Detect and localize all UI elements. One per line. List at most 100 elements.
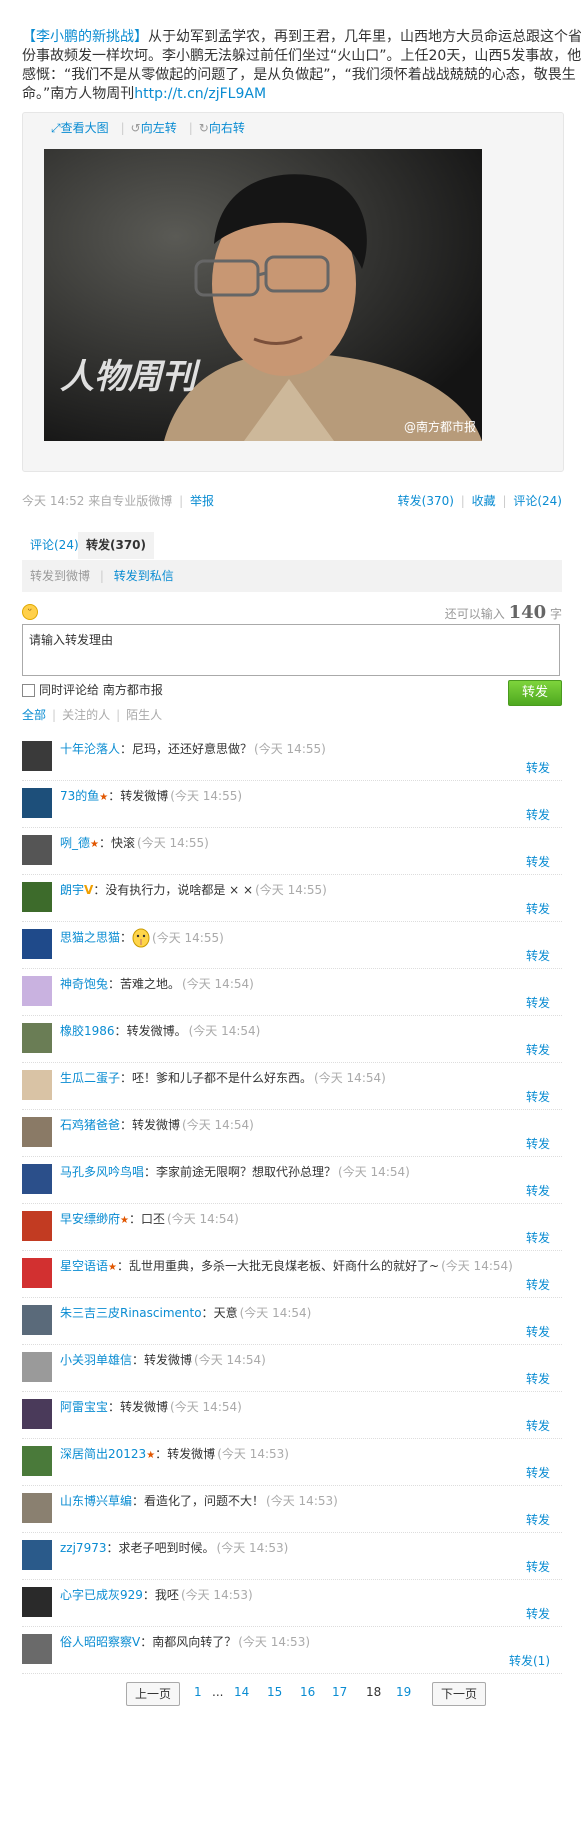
user-name-link[interactable]: 心字已成灰929 (60, 1588, 143, 1602)
forward-item: 生瓜二蛋子：呸！爹和儿子都不是什么好东西。 (今天 14:54) 转发 (22, 1063, 562, 1110)
forward-button[interactable]: 转发 (526, 1276, 550, 1293)
forward-button[interactable]: 转发 (526, 900, 550, 917)
filter-following[interactable]: 关注的人 (62, 708, 110, 722)
smiley-icon[interactable]: ᵕ (22, 604, 38, 620)
user-name-link[interactable]: 山东博兴草编 (60, 1494, 132, 1508)
user-name-link[interactable]: 深居简出20123 (60, 1447, 146, 1461)
rotate-right-button[interactable]: 向右转 (209, 121, 245, 135)
user-name-link[interactable]: 俗人昭昭察察V (60, 1635, 140, 1649)
forward-button[interactable]: 转发 (526, 1605, 550, 1622)
forward-content: 朗宇V：没有执行力，说啥都是 × × (今天 14:55) (60, 883, 327, 897)
forward-button[interactable]: 转发 (526, 1511, 550, 1528)
avatar[interactable] (22, 1540, 52, 1570)
forward-button[interactable]: 转发 (526, 1135, 550, 1152)
forward-button[interactable]: 转发 (526, 994, 550, 1011)
post-link[interactable]: http://t.cn/zjFL9AM (134, 86, 266, 102)
forward-submit-button[interactable]: 转发 (508, 680, 562, 706)
comment-count-link[interactable]: 评论(24) (513, 494, 562, 508)
page-link[interactable]: 16 (300, 1685, 315, 1699)
forward-button[interactable]: 转发 (526, 947, 550, 964)
forward-button[interactable]: 转发 (526, 1370, 550, 1387)
user-name-link[interactable]: 早安缥缈府 (60, 1212, 120, 1226)
page-link[interactable]: 15 (267, 1685, 282, 1699)
user-name-link[interactable]: 小关羽单雄信 (60, 1353, 132, 1367)
user-name-link[interactable]: 73的鱼 (60, 789, 99, 803)
rotate-left-button[interactable]: 向左转 (141, 121, 177, 135)
avatar[interactable] (22, 1211, 52, 1241)
user-name-link[interactable]: 朗宇 (60, 883, 84, 897)
user-name-link[interactable]: 咧_德 (60, 836, 90, 850)
forward-reason-input[interactable]: 请输入转发理由 (22, 624, 560, 676)
tab-forward-private[interactable]: 转发到私信 (114, 569, 174, 583)
user-name-link[interactable]: 朱三吉三皮Rinascimento (60, 1306, 202, 1320)
also-comment-checkbox[interactable] (22, 684, 35, 697)
user-name-link[interactable]: 石鸡猪爸爸 (60, 1118, 120, 1132)
post-photo[interactable]: 人物周刊 @南方都市报 (44, 149, 482, 441)
favorite-link[interactable]: 收藏 (472, 494, 496, 508)
rotate-right-icon: ↻ (198, 121, 209, 135)
avatar[interactable] (22, 1352, 52, 1382)
tab-forward-weibo[interactable]: 转发到微博 (30, 569, 90, 583)
user-name-link[interactable]: 生瓜二蛋子 (60, 1071, 120, 1085)
avatar[interactable] (22, 1258, 52, 1288)
avatar[interactable] (22, 1493, 52, 1523)
avatar[interactable] (22, 929, 52, 959)
user-name-link[interactable]: zzj7973 (60, 1541, 106, 1555)
user-name-link[interactable]: 十年沦落人 (60, 742, 120, 756)
post-source[interactable]: 来自专业版微博 (88, 494, 172, 508)
avatar[interactable] (22, 835, 52, 865)
forward-button[interactable]: 转发 (526, 806, 550, 823)
avatar[interactable] (22, 1446, 52, 1476)
avatar[interactable] (22, 1634, 52, 1664)
tab-forwards[interactable]: 转发(370) (78, 532, 155, 559)
forward-button[interactable]: 转发(1) (509, 1652, 550, 1669)
avatar[interactable] (22, 1117, 52, 1147)
post-time[interactable]: 今天 14:52 (22, 494, 84, 508)
page-link[interactable]: 14 (234, 1685, 249, 1699)
filter-strangers[interactable]: 陌生人 (126, 708, 162, 722)
forward-text: 呸！爹和儿子都不是什么好东西。 (132, 1071, 313, 1085)
avatar[interactable] (22, 1164, 52, 1194)
user-name-link[interactable]: 橡胶1986 (60, 1024, 115, 1038)
forward-button[interactable]: 转发 (526, 1323, 550, 1340)
forward-button[interactable]: 转发 (526, 1417, 550, 1434)
forward-button[interactable]: 转发 (526, 1041, 550, 1058)
forward-item: 山东博兴草编：看造化了，问题不大！ (今天 14:53) 转发 (22, 1486, 562, 1533)
page-link[interactable]: 17 (332, 1685, 347, 1699)
forward-text: 我呸 (154, 1588, 179, 1602)
forward-button[interactable]: 转发 (526, 1464, 550, 1481)
user-name-link[interactable]: 神奇饱兔 (60, 977, 108, 991)
avatar[interactable] (22, 741, 52, 771)
report-link[interactable]: 举报 (190, 494, 214, 508)
avatar[interactable] (22, 1587, 52, 1617)
user-name-link[interactable]: 思猫之思猫 (60, 931, 120, 945)
forward-button[interactable]: 转发 (526, 1088, 550, 1105)
avatar[interactable] (22, 882, 52, 912)
next-page-button[interactable]: 下一页 (432, 1682, 487, 1706)
avatar[interactable] (22, 788, 52, 818)
tab-comments[interactable]: 评论(24) (30, 532, 79, 559)
forward-count-link[interactable]: 转发(370) (398, 494, 454, 508)
view-large-button[interactable]: 查看大图 (61, 121, 109, 135)
filter-all[interactable]: 全部 (22, 708, 46, 722)
forward-content: 思猫之思猫： (今天 14:55) (60, 928, 224, 948)
forward-button[interactable]: 转发 (526, 1182, 550, 1199)
forward-item: 小关羽单雄信：转发微博 (今天 14:54) 转发 (22, 1345, 562, 1392)
user-name-link[interactable]: 马孔多风吟鸟唱 (60, 1165, 144, 1179)
forward-button[interactable]: 转发 (526, 853, 550, 870)
post-topic[interactable]: 【李小鹏的新挑战】 (22, 29, 148, 45)
forward-content: 神奇饱兔：苦难之地。 (今天 14:54) (60, 977, 254, 991)
avatar[interactable] (22, 1070, 52, 1100)
avatar[interactable] (22, 1023, 52, 1053)
forward-button[interactable]: 转发 (526, 759, 550, 776)
avatar[interactable] (22, 976, 52, 1006)
prev-page-button[interactable]: 上一页 (126, 1682, 181, 1706)
page-link[interactable]: 19 (396, 1685, 411, 1699)
user-name-link[interactable]: 星空语语 (60, 1259, 108, 1273)
forward-button[interactable]: 转发 (526, 1558, 550, 1575)
user-name-link[interactable]: 阿雷宝宝 (60, 1400, 108, 1414)
forward-button[interactable]: 转发 (526, 1229, 550, 1246)
avatar[interactable] (22, 1399, 52, 1429)
avatar[interactable] (22, 1305, 52, 1335)
page-link[interactable]: 1 (194, 1685, 202, 1699)
